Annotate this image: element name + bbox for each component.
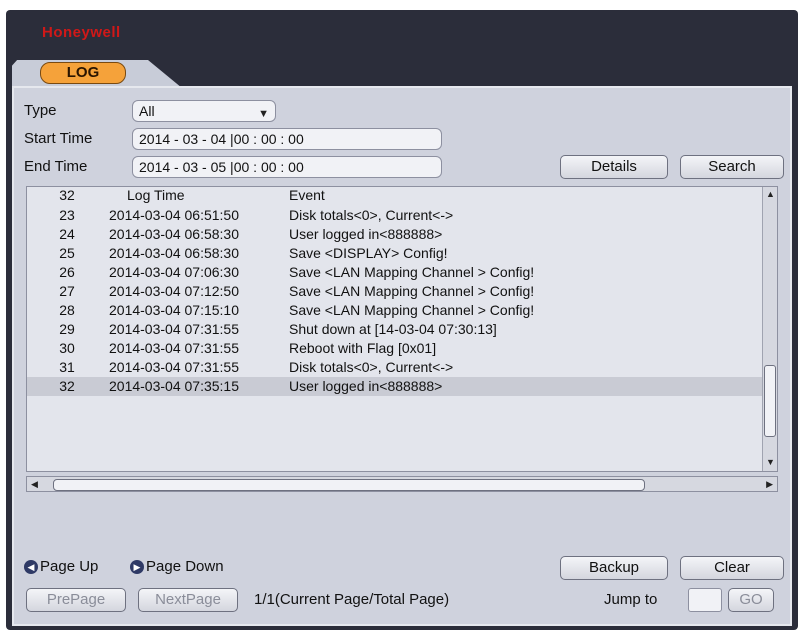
row-time: 2014-03-04 07:12:50 bbox=[109, 283, 239, 299]
table-row[interactable]: 30 2014-03-04 07:31:55 Reboot with Flag … bbox=[27, 339, 771, 358]
row-num: 29 bbox=[59, 321, 75, 337]
page-up-icon: ◀ bbox=[24, 560, 38, 575]
row-time: 2014-03-04 06:58:30 bbox=[109, 226, 239, 242]
row-event: User logged in<888888> bbox=[289, 226, 443, 242]
scroll-left-icon[interactable]: ◀ bbox=[31, 479, 38, 490]
row-event: Reboot with Flag [0x01] bbox=[289, 340, 437, 356]
row-num: 28 bbox=[59, 302, 75, 318]
scroll-right-icon[interactable]: ▶ bbox=[766, 479, 773, 490]
start-time-input[interactable]: 2014 - 03 - 04 |00 : 00 : 00 bbox=[132, 128, 442, 150]
row-num: 23 bbox=[59, 207, 75, 223]
row-event: Save <LAN Mapping Channel > Config! bbox=[289, 283, 535, 299]
row-time: 2014-03-04 06:58:30 bbox=[109, 245, 239, 261]
tab-log[interactable]: LOG bbox=[40, 62, 126, 84]
log-window: Honeywell LOG Type All ▼ Start Time 2014… bbox=[6, 10, 798, 630]
table-row[interactable]: 25 2014-03-04 06:58:30 Save <DISPLAY> Co… bbox=[27, 244, 771, 263]
jump-page-input[interactable] bbox=[688, 588, 722, 612]
vertical-scroll-thumb[interactable] bbox=[764, 365, 776, 437]
table-row[interactable]: 28 2014-03-04 07:15:10 Save <LAN Mapping… bbox=[27, 301, 771, 320]
row-time: 2014-03-04 07:31:55 bbox=[109, 359, 239, 375]
table-header: 32 Log Time Event bbox=[27, 187, 771, 205]
clear-button[interactable]: Clear bbox=[680, 556, 784, 580]
page-down-icon: ▶ bbox=[130, 560, 144, 575]
scroll-up-icon[interactable]: ▲ bbox=[766, 189, 775, 199]
type-select-value: All bbox=[139, 103, 155, 119]
log-table: 32 Log Time Event 23 2014-03-04 06:51:50… bbox=[26, 186, 778, 472]
horizontal-scrollbar[interactable]: ◀ ▶ bbox=[26, 476, 778, 492]
row-num: 24 bbox=[59, 226, 75, 242]
page-up-label: Page Up bbox=[40, 558, 99, 575]
row-time: 2014-03-04 07:35:15 bbox=[109, 378, 239, 394]
horizontal-scroll-thumb[interactable] bbox=[53, 479, 645, 491]
row-num: 25 bbox=[59, 245, 75, 261]
table-row[interactable]: 23 2014-03-04 06:51:50 Disk totals<0>, C… bbox=[27, 206, 771, 225]
log-panel: Type All ▼ Start Time 2014 - 03 - 04 |00… bbox=[12, 86, 792, 626]
table-row[interactable]: 24 2014-03-04 06:58:30 User logged in<88… bbox=[27, 225, 771, 244]
start-time-label: Start Time bbox=[24, 130, 93, 147]
header-event: Event bbox=[289, 187, 325, 203]
row-event: Disk totals<0>, Current<-> bbox=[289, 207, 454, 223]
row-num: 30 bbox=[59, 340, 75, 356]
backup-button[interactable]: Backup bbox=[560, 556, 668, 580]
jump-to-label: Jump to bbox=[604, 591, 658, 608]
go-button[interactable]: GO bbox=[728, 588, 774, 612]
brand-logo: Honeywell bbox=[42, 24, 121, 41]
row-time: 2014-03-04 07:31:55 bbox=[109, 321, 239, 337]
scroll-down-icon[interactable]: ▼ bbox=[766, 457, 775, 467]
page-down-control[interactable]: ▶ Page Down bbox=[130, 558, 224, 575]
type-label: Type bbox=[24, 102, 57, 119]
details-button[interactable]: Details bbox=[560, 155, 668, 179]
row-event: Save <LAN Mapping Channel > Config! bbox=[289, 302, 535, 318]
page-down-label: Page Down bbox=[146, 558, 224, 575]
type-select[interactable]: All ▼ bbox=[132, 100, 276, 122]
nextpage-button[interactable]: NextPage bbox=[138, 588, 238, 612]
row-event: Save <LAN Mapping Channel > Config! bbox=[289, 264, 535, 280]
tab-strip: LOG bbox=[12, 60, 792, 88]
row-event: User logged in<888888> bbox=[289, 378, 443, 394]
page-status: 1/1(Current Page/Total Page) bbox=[254, 591, 450, 608]
page-up-control[interactable]: ◀ Page Up bbox=[24, 558, 98, 575]
row-num: 27 bbox=[59, 283, 75, 299]
search-button[interactable]: Search bbox=[680, 155, 784, 179]
dropdown-arrow-icon: ▼ bbox=[258, 108, 269, 120]
vertical-scrollbar[interactable]: ▲ ▼ bbox=[762, 187, 777, 471]
table-row[interactable]: 29 2014-03-04 07:31:55 Shut down at [14-… bbox=[27, 320, 771, 339]
row-num: 31 bbox=[59, 359, 75, 375]
header-num: 32 bbox=[59, 187, 75, 203]
row-time: 2014-03-04 06:51:50 bbox=[109, 207, 239, 223]
table-row[interactable]: 26 2014-03-04 07:06:30 Save <LAN Mapping… bbox=[27, 263, 771, 282]
table-row[interactable]: 31 2014-03-04 07:31:55 Disk totals<0>, C… bbox=[27, 358, 771, 377]
row-event: Shut down at [14-03-04 07:30:13] bbox=[289, 321, 497, 337]
row-time: 2014-03-04 07:15:10 bbox=[109, 302, 239, 318]
end-time-input[interactable]: 2014 - 03 - 05 |00 : 00 : 00 bbox=[132, 156, 442, 178]
table-row[interactable]: 27 2014-03-04 07:12:50 Save <LAN Mapping… bbox=[27, 282, 771, 301]
row-time: 2014-03-04 07:31:55 bbox=[109, 340, 239, 356]
row-num: 26 bbox=[59, 264, 75, 280]
row-event: Disk totals<0>, Current<-> bbox=[289, 359, 454, 375]
row-num: 32 bbox=[59, 378, 75, 394]
row-time: 2014-03-04 07:06:30 bbox=[109, 264, 239, 280]
prepage-button[interactable]: PrePage bbox=[26, 588, 126, 612]
header-log-time: Log Time bbox=[127, 187, 185, 203]
row-event: Save <DISPLAY> Config! bbox=[289, 245, 448, 261]
end-time-label: End Time bbox=[24, 158, 88, 175]
table-row-selected[interactable]: 32 2014-03-04 07:35:15 User logged in<88… bbox=[27, 377, 771, 396]
